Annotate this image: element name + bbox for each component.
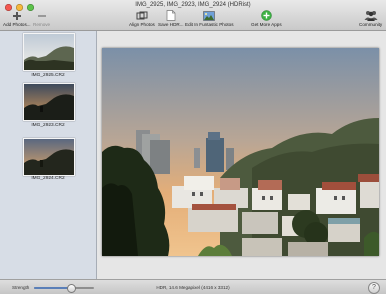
photo-sidebar: IMG_2925.CR2 IMG_2923.CR2 IMG_2924.CR2 [0,31,97,279]
title-toolbar: IMG_2925, IMG_2923, IMG_2924 (HDRist) Ad… [0,0,386,31]
thumbnail-label: IMG_2925.CR2 [31,73,65,78]
people-icon [364,10,378,21]
align-photos-label: Align Photos [129,22,155,27]
help-icon: ? [372,284,376,291]
photo-thumbnail-1[interactable] [23,33,75,71]
add-photos-button[interactable]: Add Photos... [3,10,31,27]
plus-circle-icon [261,10,272,21]
plus-icon [12,10,22,21]
document-icon [166,10,176,21]
add-photos-label: Add Photos... [3,22,31,27]
thumbnail-label: IMG_2924.CR2 [31,176,65,181]
photo-thumbnail-3[interactable] [23,138,75,176]
remove-label: Remove [33,22,51,27]
image-info-status: HDR, 14.6 Megapixel (4416 x 3312) [156,285,230,290]
window-title: IMG_2925, IMG_2923, IMG_2924 (HDRist) [135,2,251,8]
photo-thumbnail-2[interactable] [23,83,75,121]
community-label: Community [359,22,383,27]
photo-app-icon [203,10,216,21]
minus-icon [37,10,47,21]
align-icon [136,10,148,21]
hdr-preview-image [102,48,379,256]
bottom-bar: Strength HDR, 14.6 Megapixel (4416 x 331… [0,279,386,294]
thumbnail-label: IMG_2923.CR2 [31,123,65,128]
preview-area [97,31,386,279]
app-window: IMG_2925, IMG_2923, IMG_2924 (HDRist) Ad… [0,0,386,294]
save-hdr-label: Save HDR... [158,22,184,27]
community-button[interactable]: Community [359,10,382,27]
edit-in-funtastic-photos-button[interactable]: Edit In Funtastic Photos [185,10,234,27]
save-hdr-button[interactable]: Save HDR... [158,10,184,27]
get-more-apps-button[interactable]: Get More Apps [251,10,282,27]
get-more-apps-label: Get More Apps [251,22,282,27]
help-button[interactable]: ? [368,282,380,294]
align-photos-button[interactable]: Align Photos [129,10,155,27]
remove-button[interactable]: Remove [33,10,50,27]
edit-label: Edit In Funtastic Photos [185,22,234,27]
